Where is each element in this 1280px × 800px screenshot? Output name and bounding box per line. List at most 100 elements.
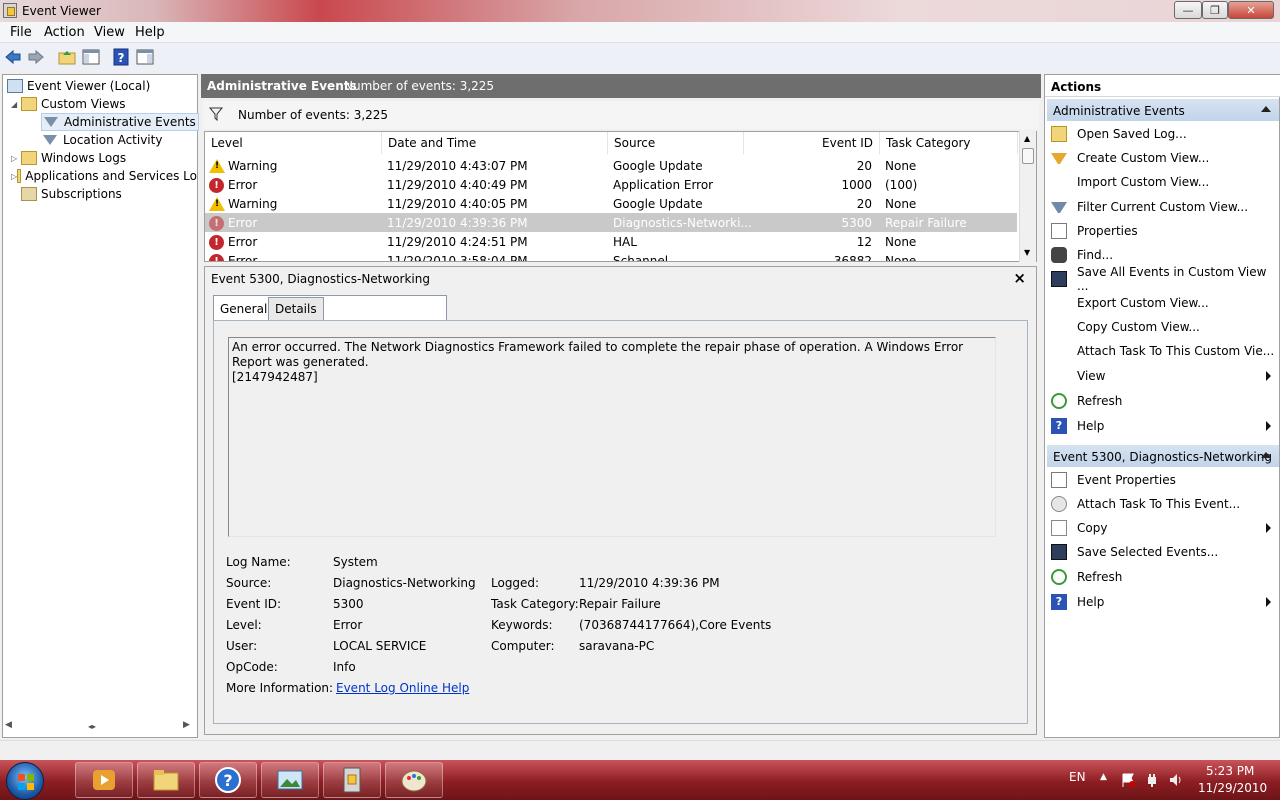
- taskbar-event-viewer[interactable]: [323, 762, 381, 798]
- show-hidden-icons-icon[interactable]: ▲: [1100, 772, 1107, 782]
- power-plug-icon[interactable]: [1144, 772, 1160, 788]
- language-indicator[interactable]: EN: [1069, 770, 1086, 784]
- error-icon: !: [209, 178, 224, 193]
- copy-view-icon: [1051, 319, 1067, 335]
- close-button[interactable]: ✕: [1228, 1, 1274, 19]
- action-label: Attach Task To This Custom Vie...: [1077, 344, 1275, 358]
- scroll-right-arrow-icon[interactable]: ▶: [183, 720, 190, 730]
- scroll-up-arrow-icon[interactable]: ▲: [1024, 134, 1030, 143]
- taskbar-photo-viewer[interactable]: [261, 762, 319, 798]
- window-title: Event Viewer: [22, 4, 101, 18]
- tree-item-windows-logs[interactable]: ▷ Windows Logs: [11, 149, 126, 167]
- action-attach-task-event[interactable]: Attach Task To This Event...: [1045, 493, 1279, 515]
- tree-item-applications-and-services[interactable]: ▷ Applications and Services Lo: [11, 167, 197, 185]
- action-refresh-event[interactable]: Refresh: [1045, 566, 1279, 588]
- scroll-thumb[interactable]: [1022, 148, 1034, 164]
- clock-date[interactable]: 11/29/2010: [1198, 781, 1267, 795]
- collapse-arrow-icon[interactable]: [1261, 452, 1271, 458]
- tree-item-location-activity[interactable]: Location Activity: [41, 131, 162, 149]
- taskbar-help[interactable]: ?: [199, 762, 257, 798]
- expanded-arrow-icon[interactable]: ◢: [11, 100, 21, 109]
- action-create-custom-view[interactable]: Create Custom View...: [1045, 147, 1279, 169]
- close-icon[interactable]: ×: [1013, 269, 1026, 287]
- section-administrative-events[interactable]: Administrative Events: [1047, 99, 1279, 121]
- help-icon[interactable]: ?: [112, 48, 130, 66]
- value-user: LOCAL SERVICE: [333, 639, 427, 653]
- action-export-custom-view[interactable]: Export Custom View...: [1045, 292, 1279, 314]
- event-task: Repair Failure: [885, 216, 967, 230]
- column-header-source[interactable]: Source: [608, 132, 744, 154]
- show-hide-console-tree-icon[interactable]: [82, 48, 100, 66]
- action-copy-custom-view[interactable]: Copy Custom View...: [1045, 316, 1279, 338]
- start-button[interactable]: [6, 762, 44, 800]
- back-arrow-icon[interactable]: [4, 48, 22, 66]
- action-event-properties[interactable]: Event Properties: [1045, 469, 1279, 491]
- section-event-5300[interactable]: Event 5300, Diagnostics-Networking: [1047, 445, 1279, 467]
- tab-details[interactable]: Details: [268, 297, 324, 320]
- menu-file[interactable]: File: [10, 25, 32, 40]
- event-level: Warning: [228, 197, 278, 211]
- event-id: 1000: [841, 178, 872, 192]
- action-refresh[interactable]: Refresh: [1045, 390, 1279, 412]
- collapse-arrow-icon[interactable]: [1261, 106, 1271, 112]
- action-attach-task-custom-view[interactable]: Attach Task To This Custom Vie...: [1045, 340, 1279, 362]
- properties-icon: [1051, 223, 1067, 239]
- tab-general[interactable]: General: [213, 295, 447, 321]
- taskbar-explorer[interactable]: [137, 762, 195, 798]
- event-row[interactable]: Warning 11/29/2010 4:40:05 PM Google Upd…: [205, 194, 1017, 213]
- action-open-saved-log[interactable]: Open Saved Log...: [1045, 123, 1279, 145]
- event-row[interactable]: ! Error 11/29/2010 4:24:51 PM HAL 12 Non…: [205, 232, 1017, 251]
- action-help[interactable]: ? Help: [1045, 415, 1279, 437]
- column-header-task-category[interactable]: Task Category: [880, 132, 1018, 154]
- event-list-scrollbar[interactable]: ▲ ▼: [1019, 131, 1036, 262]
- event-id: 20: [856, 159, 872, 173]
- clock-time[interactable]: 5:23 PM: [1206, 764, 1254, 778]
- event-level: Warning: [228, 159, 278, 173]
- column-header-level[interactable]: Level: [205, 132, 382, 154]
- import-icon: [1051, 174, 1067, 190]
- tree-item-event-viewer-local[interactable]: Event Viewer (Local): [7, 77, 150, 95]
- action-save-all-events[interactable]: Save All Events in Custom View ...: [1045, 265, 1279, 293]
- label-event-id: Event ID:: [226, 597, 282, 611]
- task-icon: [1051, 343, 1067, 359]
- taskbar-paint[interactable]: [385, 762, 443, 798]
- action-help-event[interactable]: ? Help: [1045, 591, 1279, 613]
- tree-item-custom-views[interactable]: ◢ Custom Views: [11, 95, 126, 113]
- event-row[interactable]: ! Error 11/29/2010 4:40:49 PM Applicatio…: [205, 175, 1017, 194]
- forward-arrow-icon[interactable]: [27, 48, 45, 66]
- scroll-left-arrow-icon[interactable]: ◀: [5, 720, 12, 730]
- action-copy[interactable]: Copy: [1045, 517, 1279, 539]
- event-log-online-help-link[interactable]: Event Log Online Help: [336, 681, 469, 695]
- label-level: Level:: [226, 618, 262, 632]
- event-row[interactable]: ! Error 11/29/2010 3:58:04 PM Schannel 3…: [205, 251, 1017, 261]
- event-row[interactable]: Warning 11/29/2010 4:43:07 PM Google Upd…: [205, 156, 1017, 175]
- menu-action[interactable]: Action: [44, 25, 85, 40]
- menu-view[interactable]: View: [94, 25, 125, 40]
- scroll-down-arrow-icon[interactable]: ▼: [1024, 248, 1030, 257]
- action-find[interactable]: Find...: [1045, 244, 1279, 266]
- column-header-date-time[interactable]: Date and Time: [382, 132, 608, 154]
- tree-item-administrative-events[interactable]: Administrative Events: [41, 113, 199, 131]
- action-save-selected-events[interactable]: Save Selected Events...: [1045, 541, 1279, 563]
- action-import-custom-view[interactable]: Import Custom View...: [1045, 171, 1279, 193]
- refresh-icon: [1051, 393, 1067, 409]
- show-hide-action-pane-icon[interactable]: [136, 48, 154, 66]
- event-row-selected[interactable]: ! Error 11/29/2010 4:39:36 PM Diagnostic…: [205, 213, 1017, 232]
- tree-item-subscriptions[interactable]: Subscriptions: [21, 185, 122, 203]
- event-date: 11/29/2010 4:43:07 PM: [387, 159, 528, 173]
- action-properties[interactable]: Properties: [1045, 220, 1279, 242]
- taskbar-media-player[interactable]: [75, 762, 133, 798]
- action-filter-current-custom-view[interactable]: Filter Current Custom View...: [1045, 196, 1279, 218]
- column-header-event-id[interactable]: Event ID: [744, 132, 880, 154]
- minimize-button[interactable]: —: [1174, 1, 1202, 19]
- menu-help[interactable]: Help: [135, 25, 165, 40]
- action-center-flag-icon[interactable]: [1120, 772, 1136, 788]
- action-view[interactable]: View: [1045, 365, 1279, 387]
- label-logged: Logged:: [491, 576, 540, 590]
- event-message-box[interactable]: An error occurred. The Network Diagnosti…: [228, 337, 996, 537]
- volume-icon[interactable]: [1168, 772, 1184, 788]
- maximize-button[interactable]: ❐: [1202, 1, 1228, 19]
- computer-icon: [7, 79, 23, 93]
- collapsed-arrow-icon[interactable]: ▷: [11, 154, 21, 163]
- folder-up-icon[interactable]: [58, 48, 76, 66]
